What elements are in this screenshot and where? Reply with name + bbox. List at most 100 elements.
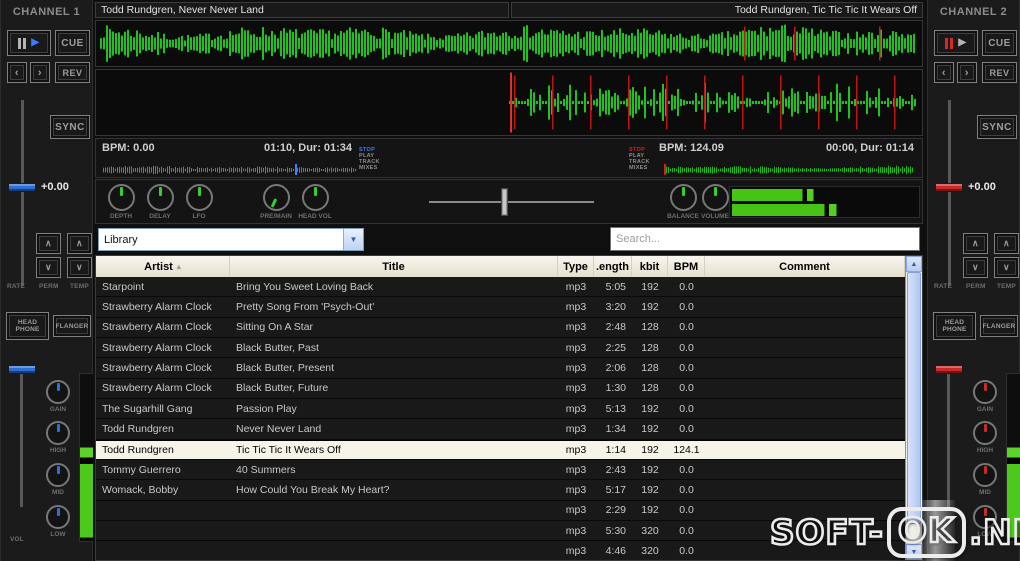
table-row[interactable]: Strawberry Alarm Clock Sitting On A Star m… — [96, 317, 905, 339]
deck-right-miniwave[interactable] — [663, 163, 915, 175]
step-forward-button[interactable]: › — [957, 62, 977, 83]
step-back-button[interactable]: ‹ — [934, 62, 954, 83]
table-row[interactable]: Tommy Guerrero 40 Summers mp3 2:43 192 0.0 — [96, 460, 905, 481]
table-row[interactable]: Starpoint Bring You Sweet Loving Back mp3 5… — [96, 277, 905, 298]
column-header-bpm[interactable]: BPM — [668, 256, 705, 277]
column-header-ength[interactable]: .ength — [594, 256, 632, 277]
mid-knob[interactable] — [973, 463, 997, 487]
column-label: Comment — [779, 260, 830, 273]
cell-length: 1:34 — [605, 423, 626, 436]
search-input[interactable] — [610, 227, 920, 251]
step-back-button[interactable]: ‹ — [7, 62, 27, 83]
pre-main-knob[interactable] — [262, 184, 290, 211]
pitch-slider-handle[interactable] — [935, 183, 963, 192]
channel2-panel: CHANNEL 2 ▶ CUE ‹ › REV SYNC +0.00 ∧ ∧ ∨ ∨ RATE PERM T… — [927, 0, 1020, 561]
perm-down-button[interactable]: ∨ — [963, 257, 988, 278]
pitch-slider-handle[interactable] — [8, 183, 36, 192]
gain-knob[interactable] — [46, 380, 70, 404]
play-pause-button[interactable]: ▶ — [7, 30, 51, 56]
headphone-button[interactable]: HEAD PHONE — [933, 312, 976, 340]
table-row[interactable]: The Sugarhill Gang Passion Play mp3 5:13 192… — [96, 399, 905, 420]
knob-label: HIGH — [49, 447, 67, 454]
sync-button[interactable]: SYNC — [50, 115, 90, 139]
lfo-knob[interactable] — [185, 184, 213, 211]
column-header-type[interactable]: Type — [558, 256, 594, 277]
crossfader-track[interactable] — [429, 201, 594, 203]
temp-down-button[interactable]: ∨ — [67, 257, 92, 278]
knob-indicator — [56, 508, 60, 516]
play-pause-button[interactable]: ▶ — [934, 30, 978, 56]
gain-knob[interactable] — [973, 380, 997, 404]
browser-bar: Library ▼ — [95, 226, 923, 253]
scroll-thumb[interactable] — [907, 272, 921, 524]
tag-line: MIXES — [629, 165, 648, 171]
volume-slider-track[interactable] — [20, 374, 23, 507]
flanger-button[interactable]: FLANGER — [980, 315, 1018, 337]
table-row[interactable]: Womack, Bobby How Could You Break My Hear… — [96, 480, 905, 501]
perm-up-button[interactable]: ∧ — [963, 233, 988, 254]
pitch-slider-track[interactable] — [948, 100, 951, 286]
rev-button[interactable]: REV — [55, 62, 90, 83]
master-vu-meter — [729, 186, 920, 218]
column-header-kbit[interactable]: kbit — [632, 256, 668, 277]
cell-type: mp3 — [565, 362, 587, 375]
mid-knob[interactable] — [46, 463, 70, 487]
cell-length: 2:43 — [605, 463, 626, 476]
deck-left-waveform[interactable] — [95, 20, 923, 67]
watermark-text: .NET — [968, 511, 1020, 554]
scroll-up-button[interactable]: ▲ — [906, 256, 922, 272]
step-forward-button[interactable]: › — [30, 62, 50, 83]
column-header-comment[interactable]: Comment — [705, 256, 905, 277]
cell-type: mp3 — [565, 280, 587, 293]
cell-type: mp3 — [565, 341, 587, 354]
crossfader-handle[interactable] — [501, 188, 508, 216]
rev-button[interactable]: REV — [982, 62, 1017, 83]
perm-label: PERM — [39, 283, 59, 290]
temp-label: TEMP — [997, 283, 1016, 290]
deck-right-waveform[interactable] — [95, 69, 923, 136]
table-row[interactable]: Strawberry Alarm Clock Pretty Song From '… — [96, 297, 905, 318]
table-row[interactable]: Strawberry Alarm Clock Black Butter, Pres… — [96, 358, 905, 379]
deck-left-title-bar: Todd Rundgren, Never Never Land — [95, 2, 509, 18]
head-vol-knob[interactable] — [301, 184, 329, 211]
table-row[interactable]: Todd Rundgren Tic Tic Tic It Wears Off mp3… — [96, 439, 905, 461]
volume-slider-handle[interactable] — [8, 365, 36, 374]
sync-button[interactable]: SYNC — [977, 115, 1017, 139]
high-knob[interactable] — [973, 421, 997, 445]
knob-indicator — [983, 466, 987, 474]
delay-knob[interactable] — [146, 184, 174, 211]
perm-up-button[interactable]: ∧ — [36, 233, 61, 254]
perm-down-button[interactable]: ∨ — [36, 257, 61, 278]
knob-indicator — [56, 383, 60, 391]
cell-type: mp3 — [565, 423, 587, 436]
temp-up-button[interactable]: ∧ — [67, 233, 92, 254]
volume-slider-handle[interactable] — [935, 365, 963, 374]
pitch-slider-track[interactable] — [21, 100, 24, 286]
flanger-button[interactable]: FLANGER — [53, 315, 91, 337]
cell-length: 5:05 — [605, 280, 626, 293]
volume-knob[interactable] — [701, 184, 729, 211]
cell-title: Pretty Song From 'Psych-Out' — [236, 301, 375, 314]
column-header-artist[interactable]: Artist ▴ — [96, 256, 230, 277]
high-knob[interactable] — [46, 421, 70, 445]
low-knob[interactable] — [46, 505, 70, 529]
temp-up-button[interactable]: ∧ — [994, 233, 1019, 254]
cue-button[interactable]: CUE — [55, 30, 90, 56]
table-row[interactable]: Todd Rundgren Never Never Land mp3 1:34 192 0… — [96, 419, 905, 440]
dropdown-arrow-icon[interactable]: ▼ — [343, 229, 363, 250]
temp-down-button[interactable]: ∨ — [994, 257, 1019, 278]
column-header-title[interactable]: Title — [230, 256, 558, 277]
knob-label: DELAY — [149, 213, 171, 220]
cue-button[interactable]: CUE — [982, 30, 1017, 56]
cell-type: mp3 — [565, 301, 587, 314]
table-row[interactable]: Strawberry Alarm Clock Black Butter, Futu… — [96, 378, 905, 400]
library-source-dropdown[interactable]: Library ▼ — [98, 228, 364, 251]
cell-type: mp3 — [565, 545, 587, 558]
table-row[interactable]: Strawberry Alarm Clock Black Butter, Past… — [96, 338, 905, 359]
headphone-button[interactable]: HEAD PHONE — [6, 312, 49, 340]
volume-slider-track[interactable] — [947, 374, 950, 507]
knob-label: HEAD VOL — [298, 213, 332, 220]
deck-left-miniwave[interactable] — [102, 163, 358, 175]
depth-knob[interactable] — [107, 184, 135, 211]
cell-kbit: 192 — [641, 443, 659, 456]
